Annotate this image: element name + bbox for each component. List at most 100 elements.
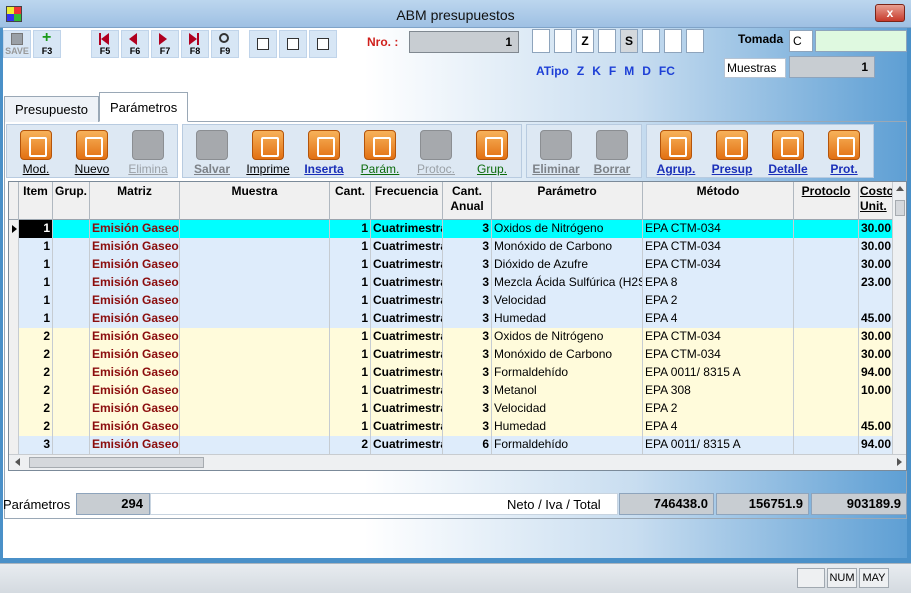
eliminar-button[interactable]: Eliminar: [529, 127, 583, 177]
inserta-button[interactable]: Inserta: [297, 127, 351, 177]
header-protocolo[interactable]: Protoclo: [794, 182, 859, 220]
borrar-button[interactable]: Borrar: [585, 127, 639, 177]
cascade-button[interactable]: [249, 30, 277, 58]
cell-metodo[interactable]: EPA 0011/ 8315 A: [643, 436, 794, 454]
cell-cant[interactable]: 1: [330, 346, 371, 364]
cell-metodo[interactable]: EPA 2: [643, 292, 794, 310]
cell-frecuencia[interactable]: Cuatrimestral: [371, 346, 443, 364]
cell-muestra[interactable]: [180, 346, 330, 364]
tomada-description-field[interactable]: [815, 30, 907, 52]
cell-protocolo[interactable]: [794, 256, 859, 274]
cell-protocolo[interactable]: [794, 238, 859, 256]
cell-grup[interactable]: [53, 364, 90, 382]
cell-grup[interactable]: [53, 238, 90, 256]
mod-button[interactable]: Mod.: [9, 127, 63, 177]
cell-parametro[interactable]: Formaldehído: [492, 436, 643, 454]
cell-item[interactable]: 2: [19, 328, 53, 346]
cell-matriz[interactable]: Emisión Gaseosas: [90, 382, 180, 400]
cell-protocolo[interactable]: [794, 274, 859, 292]
cell-parametro[interactable]: Velocidad: [492, 400, 643, 418]
cell-protocolo[interactable]: [794, 346, 859, 364]
header-metodo[interactable]: Método: [643, 182, 794, 220]
prot-button[interactable]: Prot.: [817, 127, 871, 177]
cell-cant[interactable]: 1: [330, 238, 371, 256]
cell-frecuencia[interactable]: Cuatrimestral: [371, 238, 443, 256]
cell-item[interactable]: 1: [19, 274, 53, 292]
cell-matriz[interactable]: Emisión Gaseosas: [90, 328, 180, 346]
cell-protocolo[interactable]: [794, 418, 859, 436]
cell-costo-unit[interactable]: 30.00: [859, 346, 893, 364]
cell-grup[interactable]: [53, 436, 90, 454]
arrange-button[interactable]: [309, 30, 337, 58]
cell-matriz[interactable]: Emisión Gaseosas: [90, 418, 180, 436]
parameters-grid[interactable]: Item Grup. Matriz Muestra Cant. Frecuenc…: [8, 181, 907, 471]
cell-cant-anual[interactable]: 3: [443, 292, 492, 310]
scroll-left-icon[interactable]: [15, 458, 20, 466]
cell-grup[interactable]: [53, 346, 90, 364]
flag-fc[interactable]: [686, 29, 704, 53]
cell-cant-anual[interactable]: 3: [443, 346, 492, 364]
header-grup[interactable]: Grup.: [53, 182, 90, 220]
flag-f[interactable]: S: [620, 29, 638, 53]
cell-parametro[interactable]: Mezcla Ácida Sulfúrica (H2SO4): [492, 274, 643, 292]
header-parametro[interactable]: Parámetro: [492, 182, 643, 220]
cell-metodo[interactable]: EPA CTM-034: [643, 238, 794, 256]
cell-grup[interactable]: [53, 310, 90, 328]
cell-matriz[interactable]: Emisión Gaseosas: [90, 238, 180, 256]
cell-cant-anual[interactable]: 3: [443, 220, 492, 238]
scroll-right-icon[interactable]: [897, 458, 902, 466]
cell-frecuencia[interactable]: Cuatrimestral: [371, 418, 443, 436]
grup-button[interactable]: Grup.: [465, 127, 519, 177]
agrup-button[interactable]: Agrup.: [649, 127, 703, 177]
cell-muestra[interactable]: [180, 220, 330, 238]
cell-cant-anual[interactable]: 3: [443, 256, 492, 274]
cell-parametro[interactable]: Metanol: [492, 382, 643, 400]
header-matriz[interactable]: Matriz: [90, 182, 180, 220]
param-button[interactable]: Parám.: [353, 127, 407, 177]
cell-frecuencia[interactable]: Cuatrimestral: [371, 382, 443, 400]
table-row[interactable]: 1Emisión Gaseosas1Cuatrimestral3Oxidos d…: [9, 220, 893, 238]
header-item[interactable]: Item: [19, 182, 53, 220]
cell-grup[interactable]: [53, 220, 90, 238]
cell-metodo[interactable]: EPA CTM-034: [643, 256, 794, 274]
cell-frecuencia[interactable]: Cuatrimestral: [371, 220, 443, 238]
horizontal-scrollbar[interactable]: [9, 454, 906, 470]
cell-frecuencia[interactable]: Cuatrimestral: [371, 400, 443, 418]
cell-cant[interactable]: 1: [330, 328, 371, 346]
nuevo-button[interactable]: Nuevo: [65, 127, 119, 177]
cell-matriz[interactable]: Emisión Gaseosas: [90, 256, 180, 274]
cell-cant-anual[interactable]: 3: [443, 328, 492, 346]
cell-metodo[interactable]: EPA 0011/ 8315 A: [643, 364, 794, 382]
cell-muestra[interactable]: [180, 418, 330, 436]
prev-record-button[interactable]: F6: [121, 30, 149, 58]
detalle-button[interactable]: Detalle: [761, 127, 815, 177]
cell-item[interactable]: 1: [19, 310, 53, 328]
cell-matriz[interactable]: Emisión Gaseosas: [90, 346, 180, 364]
cell-metodo[interactable]: EPA 8: [643, 274, 794, 292]
cell-frecuencia[interactable]: Cuatrimestral: [371, 256, 443, 274]
cell-frecuencia[interactable]: Cuatrimestral: [371, 364, 443, 382]
imprime-button[interactable]: Imprime: [241, 127, 295, 177]
table-row[interactable]: 2 Emisión Gaseosas 1Cuatrimestral3HumedadE…: [9, 418, 893, 436]
cell-grup[interactable]: [53, 418, 90, 436]
header-costo-unit[interactable]: Costo Unit.: [859, 182, 893, 220]
cell-item[interactable]: 1: [19, 220, 53, 238]
cell-metodo[interactable]: EPA 4: [643, 310, 794, 328]
cell-cant[interactable]: 1: [330, 382, 371, 400]
cell-costo-unit[interactable]: 45.00: [859, 418, 893, 436]
cell-matriz[interactable]: Emisión Gaseosas: [90, 220, 180, 238]
tomada-field[interactable]: C: [789, 30, 813, 52]
cell-costo-unit[interactable]: 30.00: [859, 256, 893, 274]
cell-cant-anual[interactable]: 3: [443, 400, 492, 418]
cell-cant[interactable]: 1: [330, 310, 371, 328]
cell-cant[interactable]: 1: [330, 418, 371, 436]
cell-matriz[interactable]: Emisión Gaseosas: [90, 364, 180, 382]
cell-costo-unit[interactable]: 94.00: [859, 436, 893, 454]
cell-parametro[interactable]: Velocidad: [492, 292, 643, 310]
cell-item[interactable]: 2: [19, 418, 53, 436]
cell-cant[interactable]: 1: [330, 220, 371, 238]
cell-grup[interactable]: [53, 328, 90, 346]
cell-protocolo[interactable]: [794, 310, 859, 328]
cell-grup[interactable]: [53, 274, 90, 292]
cell-costo-unit[interactable]: 30.00: [859, 238, 893, 256]
